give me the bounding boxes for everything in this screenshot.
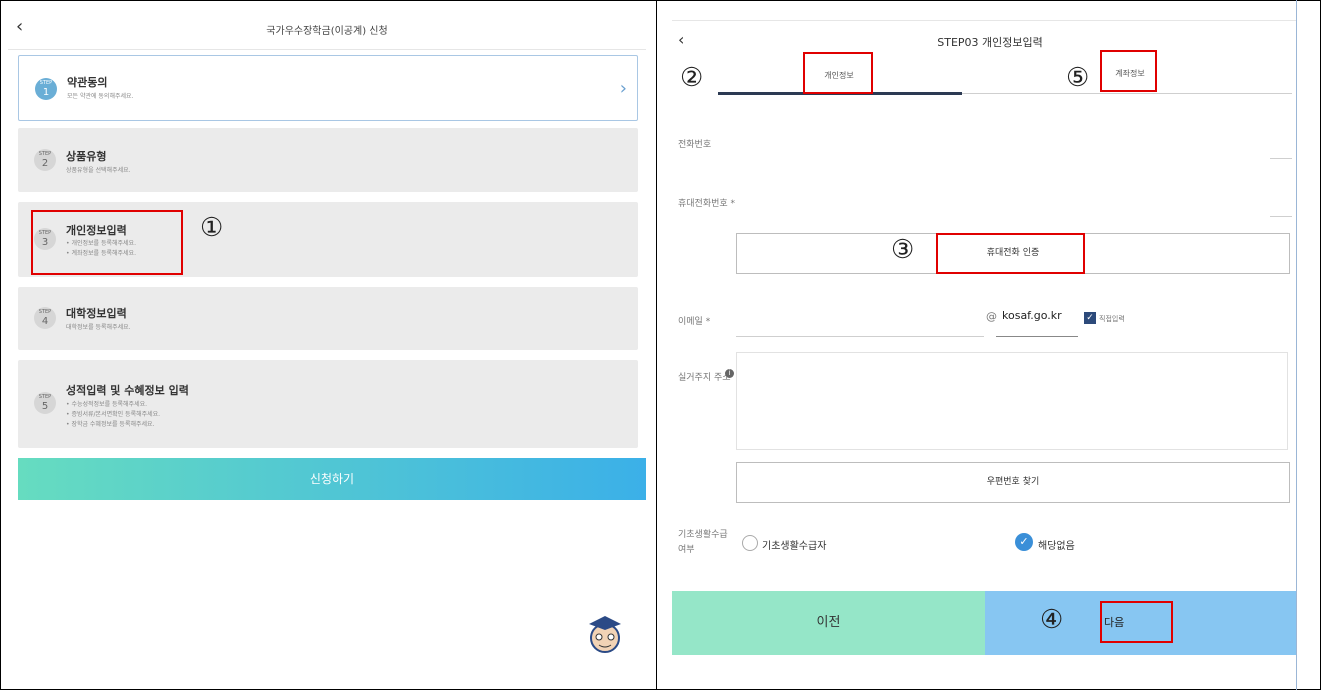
step-title: STEP03 개인정보입력 <box>937 36 1043 49</box>
annotation-number-1: ① <box>200 213 224 243</box>
radio-basic-recipient[interactable] <box>742 535 758 551</box>
annotation-box-5 <box>1100 50 1157 92</box>
apply-button[interactable]: 신청하기 <box>18 458 646 500</box>
annotation-number-3: ③ <box>891 235 915 265</box>
step-5-grades-benefits[interactable]: STEP 5 성적입력 및 수혜정보 입력 • 수능성적정보를 등록해주세요. •… <box>18 360 638 448</box>
right-top-line <box>672 20 1296 21</box>
step-4-university-info[interactable]: STEP 4 대학정보입력 대학정보를 등록해주세요. <box>18 287 638 350</box>
radio-not-applicable[interactable]: ✓ <box>1015 533 1033 551</box>
step-title: 상품유형 <box>66 150 107 163</box>
basic-livelihood-label: 기초생활수급 <box>678 530 728 540</box>
basic-livelihood-label-2: 여부 <box>678 545 695 555</box>
step-desc: • 증빙서류/본서면확인 등록해주세요. <box>66 411 161 418</box>
email-domain-underline <box>996 336 1078 337</box>
direct-input-checkbox[interactable]: ✓ <box>1084 312 1096 324</box>
annotation-box-2 <box>803 52 873 94</box>
page-title: 국가우수장학금(이공계) 신청 <box>266 26 388 37</box>
email-at: @ <box>986 310 997 323</box>
email-label: 이메일 * <box>678 317 711 327</box>
step-desc: 상품유형을 선택해주세요. <box>66 167 131 174</box>
annotation-box-1 <box>31 210 183 275</box>
annotation-number-2: ② <box>680 63 704 93</box>
annotation-number-4: ④ <box>1040 605 1064 635</box>
step-title: 약관동의 <box>67 76 108 89</box>
step-desc: 모든 약관에 동의해주세요. <box>67 93 134 100</box>
mascot-icon <box>589 616 621 653</box>
chevron-left-icon[interactable]: ‹ <box>678 30 684 49</box>
zip-search-label: 우편번호 찾기 <box>986 477 1040 487</box>
annotation-box-3 <box>936 233 1085 274</box>
step-title: 성적입력 및 수혜정보 입력 <box>66 384 189 397</box>
direct-input-label: 직접입력 <box>1099 315 1125 323</box>
phone-label: 전화번호 <box>678 140 712 150</box>
step-badge: STEP 2 <box>34 149 56 171</box>
right-edge-line <box>1296 0 1297 690</box>
tab-underline <box>962 93 1292 94</box>
annotation-box-4 <box>1100 601 1173 643</box>
address-label: 실거주지 주소 <box>678 373 731 383</box>
left-header: ‹ 국가우수장학금(이공계) 신청 <box>8 10 646 50</box>
step-badge: STEP 5 <box>34 392 56 414</box>
email-domain[interactable]: kosaf.go.kr <box>1002 309 1062 322</box>
radio-not-applicable-label: 해당없음 <box>1038 541 1075 552</box>
step-badge: STEP 1 <box>35 78 57 100</box>
step-badge: STEP 4 <box>34 307 56 329</box>
mobile-label: 휴대전화번호 * <box>678 199 736 209</box>
left-panel: ‹ 국가우수장학금(이공계) 신청 STEP 1 약관동의 모든 약관에 동의해주… <box>8 10 646 680</box>
address-input[interactable] <box>736 352 1288 450</box>
annotation-number-5: ⑤ <box>1066 63 1090 93</box>
panel-divider <box>656 0 657 690</box>
phone-input[interactable] <box>1270 158 1292 159</box>
step-desc: • 장학금 수혜정보를 등록해주세요. <box>66 421 155 428</box>
chevron-right-icon[interactable]: › <box>620 78 627 99</box>
step-desc: • 수능성적정보를 등록해주세요. <box>66 401 148 408</box>
zip-search-button[interactable]: 우편번호 찾기 <box>736 462 1290 503</box>
mobile-input[interactable] <box>1270 216 1292 217</box>
step-2-product-type[interactable]: STEP 2 상품유형 상품유형을 선택해주세요. <box>18 128 638 192</box>
email-id-input[interactable] <box>736 336 984 337</box>
step-desc: 대학정보를 등록해주세요. <box>66 324 131 331</box>
info-icon: i <box>725 369 734 378</box>
step-1-terms[interactable]: STEP 1 약관동의 모든 약관에 동의해주세요. › <box>18 55 638 121</box>
radio-basic-recipient-label: 기초생활수급자 <box>762 541 827 552</box>
step-title: 대학정보입력 <box>66 307 127 320</box>
prev-button[interactable]: 이전 <box>672 591 985 655</box>
